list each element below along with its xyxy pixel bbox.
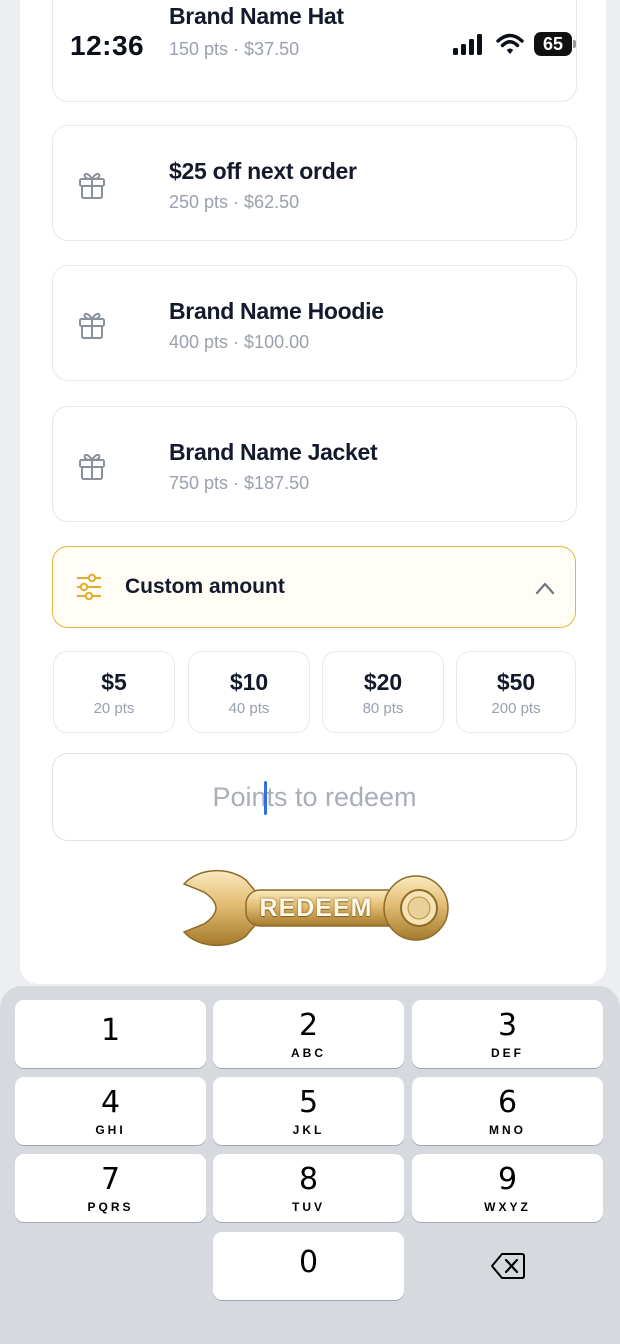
quick-amount-value: $10 xyxy=(229,669,269,695)
key-digit: 3 xyxy=(497,1008,518,1043)
reward-title: Brand Name Hoodie xyxy=(169,298,384,324)
key-5[interactable]: 5 JKL xyxy=(213,1077,404,1145)
quick-amount-10[interactable]: $10 40 pts xyxy=(188,651,310,733)
quick-amount-value: $5 xyxy=(101,669,127,695)
reward-subtitle: 250 pts · $62.50 xyxy=(169,192,300,212)
key-digit: 9 xyxy=(497,1162,518,1197)
key-3[interactable]: 3 DEF xyxy=(412,1000,603,1068)
status-bar: 12:36 65 xyxy=(0,0,620,92)
status-time: 12:36 xyxy=(70,30,145,61)
battery-level: 65 xyxy=(542,33,564,54)
reward-card-jacket[interactable]: Brand Name Jacket 750 pts · $187.50 xyxy=(52,406,577,522)
reward-card-25-off[interactable]: $25 off next order 250 pts · $62.50 xyxy=(52,125,577,241)
text-caret xyxy=(264,781,267,815)
delete-key[interactable] xyxy=(412,1232,603,1300)
quick-amount-points: 40 pts xyxy=(228,700,270,717)
cellular-signal-icon xyxy=(453,34,482,55)
quick-amount-value: $20 xyxy=(363,669,403,695)
key-7[interactable]: 7 PQRS xyxy=(15,1154,206,1222)
custom-amount-toggle[interactable]: Custom amount xyxy=(52,546,576,628)
key-0[interactable]: 0 xyxy=(213,1232,404,1300)
redeem-label: REDEEM xyxy=(259,894,373,922)
key-4[interactable]: 4 GHI xyxy=(15,1077,206,1145)
redeem-button[interactable]: REDEEM xyxy=(176,866,454,950)
quick-amount-5[interactable]: $5 20 pts xyxy=(53,651,175,733)
key-digit: 6 xyxy=(497,1085,518,1120)
status-icons: 65 xyxy=(452,32,576,56)
quick-amount-20[interactable]: $20 80 pts xyxy=(322,651,444,733)
reward-subtitle: 400 pts · $100.00 xyxy=(169,332,310,352)
key-digit: 2 xyxy=(298,1008,319,1043)
key-1[interactable]: 1 xyxy=(15,1000,206,1068)
sliders-icon xyxy=(77,573,101,601)
key-letters: MNO xyxy=(489,1123,526,1137)
key-digit: 8 xyxy=(298,1162,319,1197)
key-letters: ABC xyxy=(291,1046,326,1060)
points-to-redeem-input[interactable] xyxy=(53,754,576,840)
key-letters: PQRS xyxy=(87,1200,134,1214)
key-9[interactable]: 9 WXYZ xyxy=(412,1154,603,1222)
key-digit: 0 xyxy=(298,1245,319,1280)
reward-title: $25 off next order xyxy=(169,158,357,184)
quick-amount-50[interactable]: $50 200 pts xyxy=(456,651,576,733)
key-digit: 7 xyxy=(100,1162,121,1197)
reward-subtitle: 750 pts · $187.50 xyxy=(169,473,310,493)
key-letters: JKL xyxy=(292,1123,325,1137)
key-8[interactable]: 8 TUV xyxy=(213,1154,404,1222)
quick-amount-points: 80 pts xyxy=(362,700,404,717)
gift-icon xyxy=(79,312,105,339)
custom-amount-label: Custom amount xyxy=(125,575,285,598)
key-6[interactable]: 6 MNO xyxy=(412,1077,603,1145)
points-input-wrapper xyxy=(52,753,577,841)
reward-title: Brand Name Jacket xyxy=(169,439,378,465)
key-letters: TUV xyxy=(292,1200,325,1214)
key-digit: 4 xyxy=(100,1085,121,1120)
key-digit: 1 xyxy=(100,1013,121,1048)
backspace-icon xyxy=(490,1253,525,1279)
gift-icon xyxy=(79,172,105,199)
gift-icon xyxy=(79,453,105,480)
wifi-icon xyxy=(496,33,524,54)
quick-amount-points: 200 pts xyxy=(491,700,541,717)
battery-icon: 65 xyxy=(534,32,576,56)
quick-amount-value: $50 xyxy=(496,669,536,695)
key-2[interactable]: 2 ABC xyxy=(213,1000,404,1068)
reward-card-hoodie[interactable]: Brand Name Hoodie 400 pts · $100.00 xyxy=(52,265,577,381)
chevron-up-icon[interactable] xyxy=(534,578,556,598)
key-letters: DEF xyxy=(491,1046,524,1060)
key-letters: WXYZ xyxy=(484,1200,531,1214)
key-digit: 5 xyxy=(298,1085,319,1120)
key-letters: GHI xyxy=(95,1123,126,1137)
quick-amount-points: 20 pts xyxy=(93,700,135,717)
